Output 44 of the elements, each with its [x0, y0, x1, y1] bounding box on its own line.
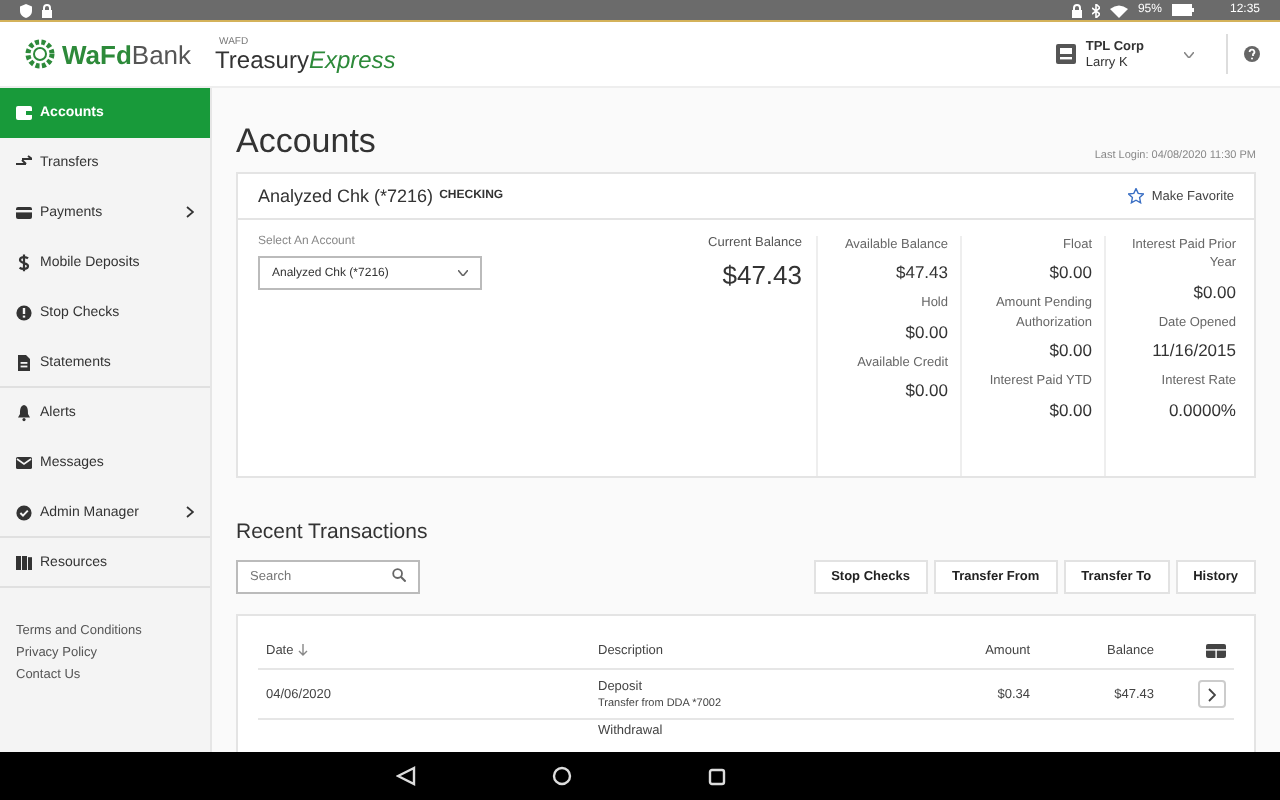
wifi-icon [1109, 3, 1128, 17]
dollar-icon [16, 253, 32, 271]
stat-value: 0.0000% [1168, 399, 1236, 420]
stat-value: 11/16/2015 [1152, 340, 1236, 361]
wallet-icon [16, 103, 32, 121]
back-icon[interactable] [395, 766, 415, 786]
stat-value: $47.43 [722, 260, 802, 290]
bell-icon [16, 403, 32, 421]
section-title: Recent Transactions [236, 520, 430, 544]
lock-icon [1071, 3, 1082, 17]
stat-value: $0.00 [1049, 399, 1092, 420]
chevron-right-icon [186, 506, 194, 518]
stat-value: $0.00 [1049, 340, 1092, 361]
battery-icon [1171, 4, 1194, 16]
books-icon [16, 553, 32, 571]
lock-icon [42, 3, 52, 17]
stat-value: $0.00 [905, 321, 948, 342]
card-icon [16, 203, 32, 221]
details-button[interactable] [1198, 680, 1226, 708]
shield-icon [20, 3, 32, 17]
envelope-icon [16, 453, 32, 471]
chevron-right-icon [186, 206, 194, 218]
bank-logo: WaFdBank [24, 38, 192, 70]
search-icon [392, 568, 406, 582]
chevron-right-icon [1208, 687, 1216, 701]
help-icon[interactable] [1244, 46, 1260, 62]
stat-value: $0.00 [1193, 281, 1236, 302]
account-name: Analyzed Chk (*7216) [258, 186, 434, 206]
sort-arrow-icon [297, 644, 308, 656]
caret-icon [1184, 51, 1194, 57]
page-title: Accounts [236, 122, 376, 162]
home-icon[interactable] [551, 766, 571, 786]
stop-icon [16, 303, 32, 321]
table-view-icon[interactable] [1206, 643, 1226, 657]
stat-value: $0.00 [905, 380, 948, 401]
bluetooth-icon [1091, 3, 1100, 17]
stat-value: $47.43 [896, 262, 948, 283]
stat-value: $0.00 [1049, 262, 1092, 283]
star-icon [1127, 188, 1144, 204]
recents-icon[interactable] [707, 767, 725, 785]
caret-icon [458, 270, 468, 276]
check-circle-icon [16, 503, 32, 521]
flower-logo-icon [24, 38, 56, 70]
document-icon [16, 353, 32, 371]
